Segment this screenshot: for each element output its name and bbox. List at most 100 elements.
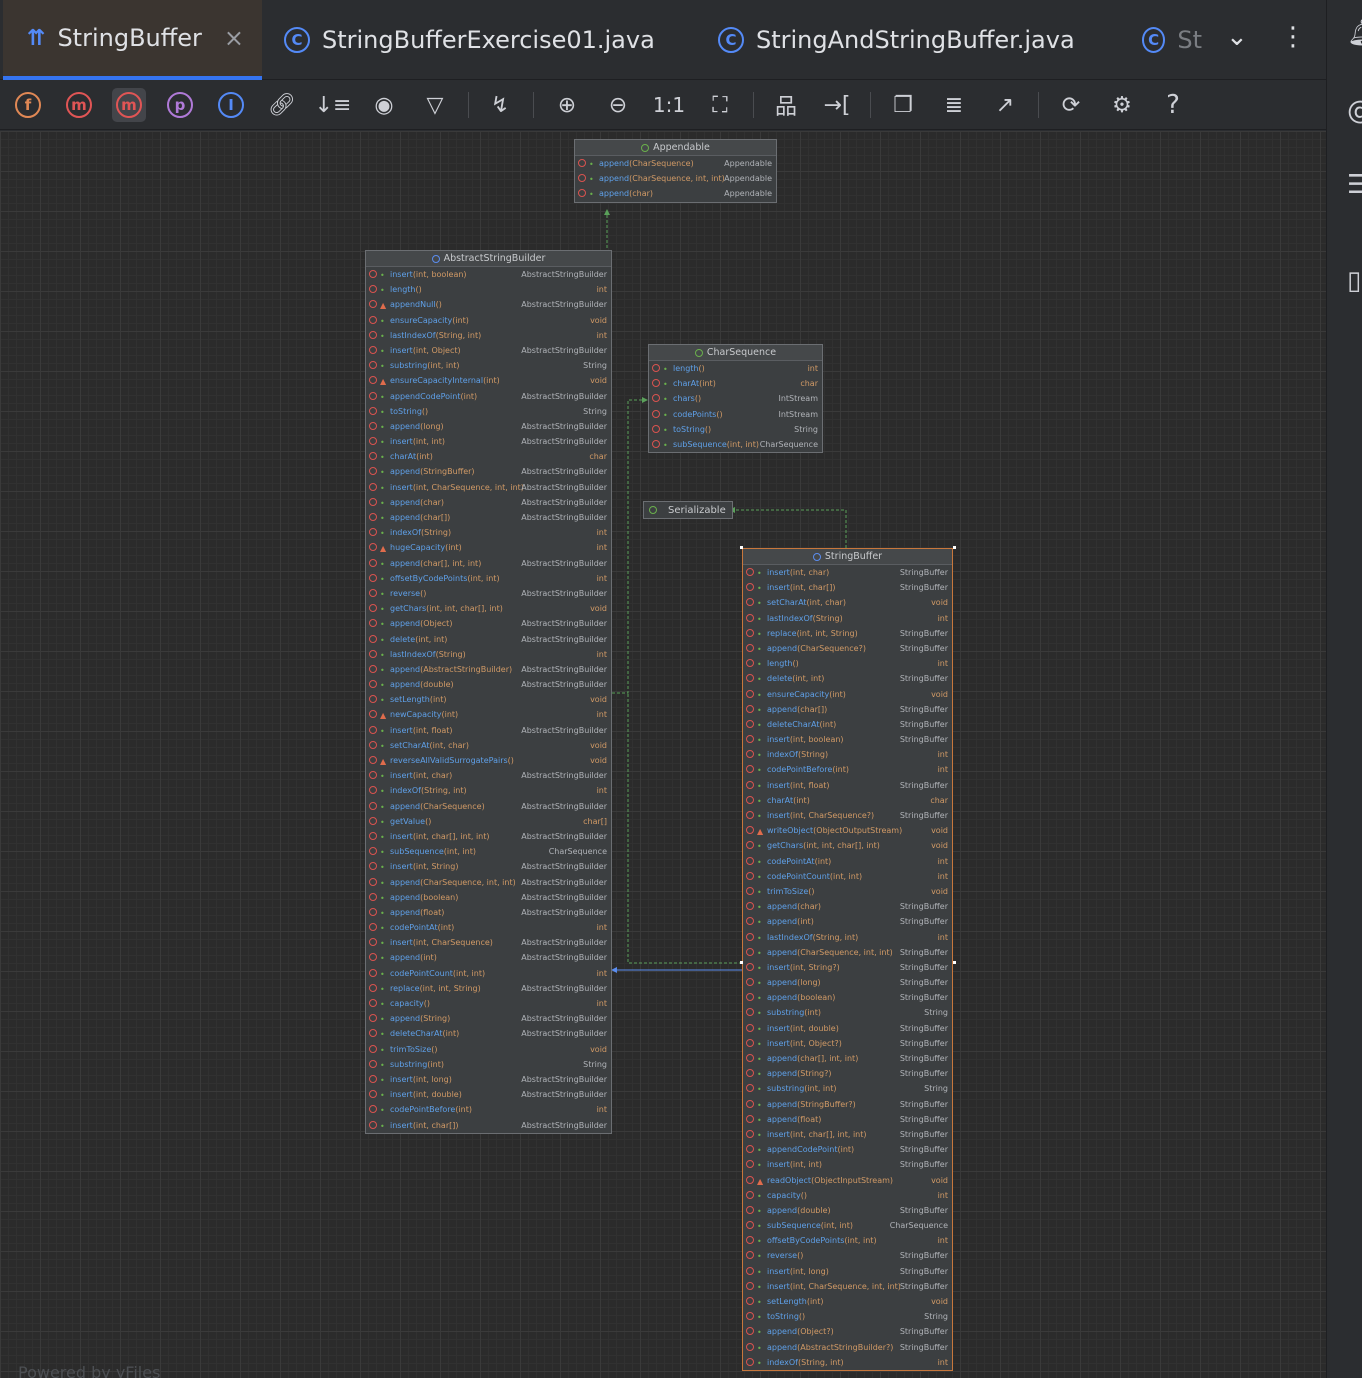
method-row[interactable]: • codePoints() IntStream [649, 407, 822, 422]
selection-handle[interactable] [953, 546, 956, 549]
method-row[interactable]: ▲ writeObject(ObjectOutputStream) void [743, 823, 952, 838]
method-row[interactable]: • append(long) StringBuffer [743, 975, 952, 990]
apply-layout-icon[interactable]: →[ [820, 88, 854, 122]
method-row[interactable]: • append(char) StringBuffer [743, 899, 952, 914]
method-row[interactable]: • codePointBefore(int) int [366, 1102, 611, 1117]
method-row[interactable]: • substring(int, int) String [743, 1081, 952, 1096]
method-row[interactable]: • insert(int, Object) AbstractStringBuilde… [366, 343, 611, 358]
document-icon[interactable]: ▯ [1347, 266, 1361, 296]
method-row[interactable]: • append(StringBuffer) AbstractStringBuild… [366, 464, 611, 479]
method-row[interactable]: • chars() IntStream [649, 391, 822, 406]
layout-icon[interactable]: 品 [769, 88, 803, 122]
method-row[interactable]: • indexOf(String, int) int [743, 1355, 952, 1370]
method-row[interactable]: • ensureCapacity(int) void [743, 687, 952, 702]
method-row[interactable]: ▲ newCapacity(int) int [366, 707, 611, 722]
method-row[interactable]: • trimToSize() void [366, 1042, 611, 1057]
method-row[interactable]: • delete(int, int) AbstractStringBuilder [366, 632, 611, 647]
eye-icon[interactable]: ◉ [367, 88, 401, 122]
method-row[interactable]: • substring(int, int) String [366, 358, 611, 373]
method-row[interactable]: • insert(int, CharSequence) AbstractString… [366, 935, 611, 950]
more-vertical-icon[interactable]: ⋮ [1280, 22, 1306, 52]
diagram-canvas[interactable]: Appendable • append(CharSequence) Appendab… [0, 131, 1326, 1378]
method-row[interactable]: • append(Object) AbstractStringBuilder [366, 616, 611, 631]
method-row[interactable]: • capacity() int [743, 1188, 952, 1203]
method-row[interactable]: • replace(int, int, String) AbstractString… [366, 981, 611, 996]
zoom-out-icon[interactable]: ⊖ [601, 88, 635, 122]
method-row[interactable]: • subSequence(int, int) CharSequence [649, 437, 822, 452]
method-row[interactable]: • subSequence(int, int) CharSequence [743, 1218, 952, 1233]
method-row[interactable]: • deleteCharAt(int) AbstractStringBuilder [366, 1026, 611, 1041]
method-row[interactable]: • getValue() char[] [366, 814, 611, 829]
method-row[interactable]: • indexOf(String) int [743, 747, 952, 762]
method-row[interactable]: • append(int) StringBuffer [743, 914, 952, 929]
method-row[interactable]: • offsetByCodePoints(int, int) int [366, 571, 611, 586]
method-row[interactable]: • subSequence(int, int) CharSequence [366, 844, 611, 859]
method-row[interactable]: • insert(int, long) StringBuffer [743, 1264, 952, 1279]
method-row[interactable]: • append(AbstractStringBuilder) AbstractSt… [366, 662, 611, 677]
method-row[interactable]: • indexOf(String) int [366, 525, 611, 540]
method-row[interactable]: • getChars(int, int, char[], int) void [366, 601, 611, 616]
method-row[interactable]: • lastIndexOf(String) int [743, 611, 952, 626]
method-row[interactable]: • lastIndexOf(String, int) int [743, 930, 952, 945]
method-row[interactable]: • append(Object?) StringBuffer [743, 1324, 952, 1339]
ai-assistant-icon[interactable]: @ [1347, 96, 1362, 126]
method-row[interactable]: • codePointCount(int, int) int [743, 869, 952, 884]
notifications-bell-icon[interactable]: 🔔︎ [1347, 18, 1362, 48]
method-row[interactable]: • append(CharSequence?) StringBuffer [743, 641, 952, 656]
method-row[interactable]: • toString() String [649, 422, 822, 437]
method-row[interactable]: • insert(int, float) AbstractStringBuilder [366, 723, 611, 738]
method-row[interactable]: • insert(int, CharSequence, int, int) Abst… [366, 480, 611, 495]
method-row[interactable]: • substring(int) String [743, 1005, 952, 1020]
method-row[interactable]: • reverse() StringBuffer [743, 1248, 952, 1263]
method-row[interactable]: ▲ reverseAllValidSurrogatePairs() void [366, 753, 611, 768]
method-row[interactable]: • length() int [743, 656, 952, 671]
class-node-abstractstringbuilder[interactable]: AbstractStringBuilder • insert(int, boole… [365, 250, 612, 1134]
fit-content-icon[interactable]: ⛶ [703, 88, 737, 122]
method-row[interactable]: • charAt(int) char [743, 793, 952, 808]
method-row[interactable]: • codePointAt(int) int [743, 854, 952, 869]
method-row[interactable]: • append(float) AbstractStringBuilder [366, 905, 611, 920]
method-row[interactable]: • insert(int, char[], int, int) StringBuff… [743, 1127, 952, 1142]
method-row[interactable]: • codePointCount(int, int) int [366, 966, 611, 981]
method-row[interactable]: • deleteCharAt(int) StringBuffer [743, 717, 952, 732]
method-row[interactable]: • length() int [649, 361, 822, 376]
properties-toggle-icon[interactable]: p [163, 88, 197, 122]
method-row[interactable]: • append(String) AbstractStringBuilder [366, 1011, 611, 1026]
method-row[interactable]: • setCharAt(int, char) void [366, 738, 611, 753]
method-row[interactable]: ▲ appendNull() AbstractStringBuilder [366, 297, 611, 312]
method-row[interactable]: • trimToSize() void [743, 884, 952, 899]
copy-icon[interactable]: ❐ [886, 88, 920, 122]
starred-methods-icon[interactable]: m [62, 88, 96, 122]
method-row[interactable]: • delete(int, int) StringBuffer [743, 671, 952, 686]
method-row[interactable]: • append(CharSequence, int, int) StringBuf… [743, 945, 952, 960]
method-row[interactable]: ▲ ensureCapacityInternal(int) void [366, 373, 611, 388]
method-row[interactable]: • append(boolean) StringBuffer [743, 990, 952, 1005]
method-row[interactable]: • append(double) StringBuffer [743, 1203, 952, 1218]
method-row[interactable]: ▲ hugeCapacity(int) int [366, 540, 611, 555]
method-row[interactable]: • toString() String [743, 1309, 952, 1324]
method-row[interactable]: • insert(int, double) StringBuffer [743, 1021, 952, 1036]
method-row[interactable]: • append(char[], int, int) StringBuffer [743, 1051, 952, 1066]
method-row[interactable]: • insert(int, char[]) AbstractStringBuilde… [366, 1118, 611, 1133]
tab-st[interactable]: C St [1142, 0, 1202, 80]
method-row[interactable]: • insert(int, double) AbstractStringBuilde… [366, 1087, 611, 1102]
method-row[interactable]: • getChars(int, int, char[], int) void [743, 838, 952, 853]
method-row[interactable]: • insert(int, String?) StringBuffer [743, 960, 952, 975]
method-row[interactable]: • ensureCapacity(int) void [366, 313, 611, 328]
method-row[interactable]: • append(char) Appendable [575, 186, 776, 201]
method-row[interactable]: • setLength(int) void [366, 692, 611, 707]
class-node-appendable[interactable]: Appendable • append(CharSequence) Appendab… [574, 139, 777, 203]
method-row[interactable]: • append(CharSequence) AbstractStringBuild… [366, 799, 611, 814]
method-row[interactable]: • append(float) StringBuffer [743, 1112, 952, 1127]
method-row[interactable]: • codePointBefore(int) int [743, 762, 952, 777]
method-row[interactable]: • append(AbstractStringBuilder?) StringBuf… [743, 1340, 952, 1355]
method-row[interactable]: • setCharAt(int, char) void [743, 595, 952, 610]
method-row[interactable]: • insert(int, CharSequence?) StringBuffer [743, 808, 952, 823]
tab-stringbufferexercise01[interactable]: C StringBufferExercise01.java [284, 0, 655, 80]
method-row[interactable]: • appendCodePoint(int) StringBuffer [743, 1142, 952, 1157]
method-row[interactable]: • charAt(int) char [649, 376, 822, 391]
method-row[interactable]: • capacity() int [366, 996, 611, 1011]
method-row[interactable]: • substring(int) String [366, 1057, 611, 1072]
method-row[interactable]: • insert(int, boolean) AbstractStringBuild… [366, 267, 611, 282]
method-row[interactable]: • replace(int, int, String) StringBuffer [743, 626, 952, 641]
